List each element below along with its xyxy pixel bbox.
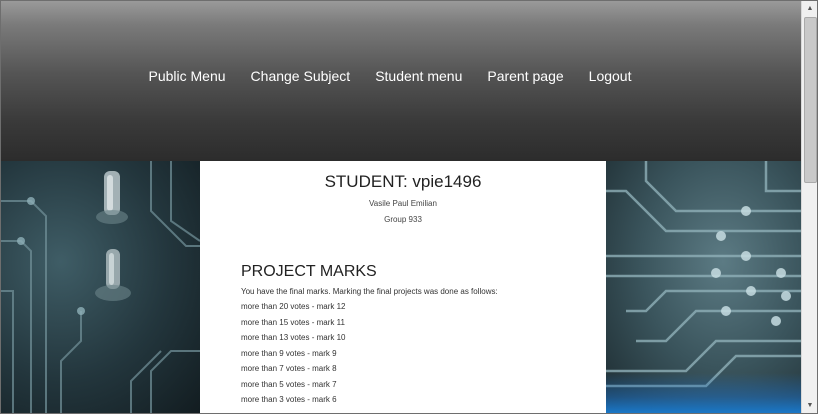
- circuit-background-right: [606, 161, 801, 413]
- list-item: more than 5 votes - mark 7: [241, 379, 337, 389]
- nav-student-menu[interactable]: Student menu: [363, 67, 475, 85]
- scroll-down-arrow-icon[interactable]: ▼: [802, 398, 817, 413]
- browser-window: Public Menu Change Subject Student menu …: [0, 0, 818, 414]
- student-name: Vasile Paul Emilian: [369, 199, 437, 208]
- nav-parent-page[interactable]: Parent page: [475, 67, 576, 85]
- list-item: more than 7 votes - mark 8: [241, 364, 337, 373]
- list-item: more than 13 votes - mark 10: [241, 333, 346, 342]
- project-marks-intro: You have the final marks. Marking the fi…: [241, 287, 498, 296]
- list-item: more than 3 votes - mark 6: [241, 395, 337, 404]
- project-marks-heading: PROJECT MARKS: [241, 263, 377, 280]
- vertical-scrollbar[interactable]: ▲ ▼: [801, 1, 817, 413]
- main-content: STUDENT: vpie1496 Vasile Paul Emilian Gr…: [200, 161, 606, 413]
- student-group: Group 933: [384, 215, 422, 224]
- blue-glow-decoration: [606, 373, 801, 413]
- site-header: Public Menu Change Subject Student menu …: [1, 1, 801, 161]
- nav-change-subject[interactable]: Change Subject: [238, 67, 363, 85]
- student-title: STUDENT: vpie1496: [324, 172, 482, 191]
- nav-logout[interactable]: Logout: [576, 67, 644, 85]
- list-item: more than 9 votes - mark 9: [241, 348, 337, 358]
- marks-rules-list: more than 20 votes - mark 12 more than 1…: [241, 302, 346, 411]
- list-item: more than 20 votes - mark 12: [241, 302, 346, 311]
- list-item: more than 15 votes - mark 11: [241, 317, 345, 327]
- scroll-up-arrow-icon[interactable]: ▲: [802, 1, 817, 16]
- scroll-thumb[interactable]: [804, 17, 817, 183]
- page-viewport: Public Menu Change Subject Student menu …: [1, 1, 801, 413]
- circuit-background-left: [1, 161, 200, 413]
- nav-public-menu[interactable]: Public Menu: [136, 67, 238, 85]
- main-nav: Public Menu Change Subject Student menu …: [136, 67, 644, 85]
